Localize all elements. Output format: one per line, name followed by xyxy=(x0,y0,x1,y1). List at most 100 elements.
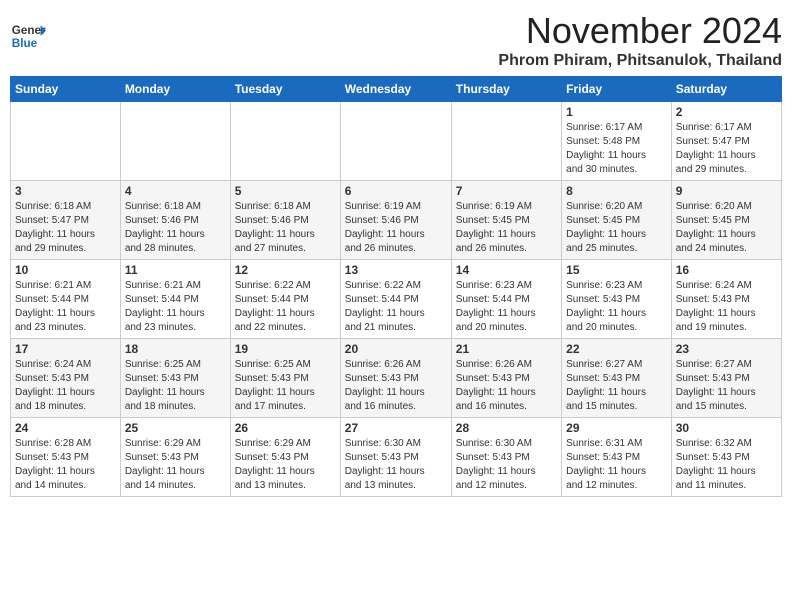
day-number: 9 xyxy=(676,184,777,198)
day-number: 7 xyxy=(456,184,557,198)
calendar-cell: 13 Sunrise: 6:22 AMSunset: 5:44 PMDayligh… xyxy=(340,260,451,339)
day-number: 10 xyxy=(15,263,116,277)
day-number: 28 xyxy=(456,421,557,435)
calendar-cell: 9 Sunrise: 6:20 AMSunset: 5:45 PMDaylight… xyxy=(671,181,781,260)
day-info: Sunrise: 6:21 AMSunset: 5:44 PMDaylight:… xyxy=(15,279,116,335)
calendar-cell: 3 Sunrise: 6:18 AMSunset: 5:47 PMDaylight… xyxy=(11,181,121,260)
day-number: 29 xyxy=(566,421,667,435)
day-number: 25 xyxy=(125,421,226,435)
day-number: 18 xyxy=(125,342,226,356)
weekday-header: Saturday xyxy=(671,77,781,102)
day-number: 21 xyxy=(456,342,557,356)
day-info: Sunrise: 6:27 AMSunset: 5:43 PMDaylight:… xyxy=(676,358,777,414)
day-info: Sunrise: 6:32 AMSunset: 5:43 PMDaylight:… xyxy=(676,437,777,493)
calendar-cell: 18 Sunrise: 6:25 AMSunset: 5:43 PMDayligh… xyxy=(120,339,230,418)
page-header: General Blue November 2024 Phrom Phiram,… xyxy=(10,10,782,70)
calendar-cell: 4 Sunrise: 6:18 AMSunset: 5:46 PMDaylight… xyxy=(120,181,230,260)
calendar-week-row: 10 Sunrise: 6:21 AMSunset: 5:44 PMDayligh… xyxy=(11,260,782,339)
calendar-cell: 26 Sunrise: 6:29 AMSunset: 5:43 PMDayligh… xyxy=(230,418,340,497)
day-number: 17 xyxy=(15,342,116,356)
day-info: Sunrise: 6:19 AMSunset: 5:45 PMDaylight:… xyxy=(456,200,557,256)
day-info: Sunrise: 6:18 AMSunset: 5:46 PMDaylight:… xyxy=(125,200,226,256)
day-number: 20 xyxy=(345,342,447,356)
day-info: Sunrise: 6:18 AMSunset: 5:46 PMDaylight:… xyxy=(235,200,336,256)
calendar-cell: 7 Sunrise: 6:19 AMSunset: 5:45 PMDaylight… xyxy=(451,181,561,260)
day-number: 16 xyxy=(676,263,777,277)
day-info: Sunrise: 6:29 AMSunset: 5:43 PMDaylight:… xyxy=(235,437,336,493)
location-title: Phrom Phiram, Phitsanulok, Thailand xyxy=(498,52,782,70)
calendar-cell: 16 Sunrise: 6:24 AMSunset: 5:43 PMDayligh… xyxy=(671,260,781,339)
calendar-cell: 2Sunrise: 6:17 AMSunset: 5:47 PMDaylight… xyxy=(671,102,781,181)
logo: General Blue xyxy=(10,18,46,54)
day-info: Sunrise: 6:26 AMSunset: 5:43 PMDaylight:… xyxy=(345,358,447,414)
day-number: 23 xyxy=(676,342,777,356)
calendar-cell: 14Sunrise: 6:23 AMSunset: 5:44 PMDayligh… xyxy=(451,260,561,339)
calendar-cell: 5 Sunrise: 6:18 AMSunset: 5:46 PMDaylight… xyxy=(230,181,340,260)
day-info: Sunrise: 6:30 AMSunset: 5:43 PMDaylight:… xyxy=(345,437,447,493)
day-info: Sunrise: 6:26 AMSunset: 5:43 PMDaylight:… xyxy=(456,358,557,414)
calendar-week-row: 24Sunrise: 6:28 AMSunset: 5:43 PMDayligh… xyxy=(11,418,782,497)
weekday-header: Monday xyxy=(120,77,230,102)
day-number: 8 xyxy=(566,184,667,198)
calendar-week-row: 17Sunrise: 6:24 AMSunset: 5:43 PMDayligh… xyxy=(11,339,782,418)
calendar-cell xyxy=(340,102,451,181)
day-number: 27 xyxy=(345,421,447,435)
calendar-table: SundayMondayTuesdayWednesdayThursdayFrid… xyxy=(10,76,782,497)
calendar-cell: 20 Sunrise: 6:26 AMSunset: 5:43 PMDayligh… xyxy=(340,339,451,418)
calendar-cell: 8Sunrise: 6:20 AMSunset: 5:45 PMDaylight… xyxy=(562,181,672,260)
calendar-cell xyxy=(120,102,230,181)
weekday-header: Wednesday xyxy=(340,77,451,102)
day-info: Sunrise: 6:25 AMSunset: 5:43 PMDaylight:… xyxy=(125,358,226,414)
day-number: 19 xyxy=(235,342,336,356)
day-info: Sunrise: 6:20 AMSunset: 5:45 PMDaylight:… xyxy=(676,200,777,256)
day-info: Sunrise: 6:18 AMSunset: 5:47 PMDaylight:… xyxy=(15,200,116,256)
calendar-cell: 10 Sunrise: 6:21 AMSunset: 5:44 PMDayligh… xyxy=(11,260,121,339)
day-number: 22 xyxy=(566,342,667,356)
day-number: 4 xyxy=(125,184,226,198)
calendar-cell: 27 Sunrise: 6:30 AMSunset: 5:43 PMDayligh… xyxy=(340,418,451,497)
month-title: November 2024 xyxy=(498,10,782,52)
day-number: 26 xyxy=(235,421,336,435)
day-info: Sunrise: 6:27 AMSunset: 5:43 PMDaylight:… xyxy=(566,358,667,414)
day-number: 5 xyxy=(235,184,336,198)
weekday-header: Sunday xyxy=(11,77,121,102)
day-info: Sunrise: 6:17 AMSunset: 5:48 PMDaylight:… xyxy=(566,121,667,177)
calendar-cell: 19 Sunrise: 6:25 AMSunset: 5:43 PMDayligh… xyxy=(230,339,340,418)
day-number: 1 xyxy=(566,105,667,119)
day-number: 6 xyxy=(345,184,447,198)
day-number: 15 xyxy=(566,263,667,277)
day-info: Sunrise: 6:22 AMSunset: 5:44 PMDaylight:… xyxy=(345,279,447,335)
calendar-cell: 22 Sunrise: 6:27 AMSunset: 5:43 PMDayligh… xyxy=(562,339,672,418)
weekday-header: Thursday xyxy=(451,77,561,102)
calendar-cell: 25 Sunrise: 6:29 AMSunset: 5:43 PMDayligh… xyxy=(120,418,230,497)
day-number: 30 xyxy=(676,421,777,435)
weekday-header: Tuesday xyxy=(230,77,340,102)
day-number: 13 xyxy=(345,263,447,277)
day-info: Sunrise: 6:29 AMSunset: 5:43 PMDaylight:… xyxy=(125,437,226,493)
day-number: 24 xyxy=(15,421,116,435)
day-info: Sunrise: 6:30 AMSunset: 5:43 PMDaylight:… xyxy=(456,437,557,493)
logo-icon: General Blue xyxy=(10,18,46,54)
calendar-cell: 11 Sunrise: 6:21 AMSunset: 5:44 PMDayligh… xyxy=(120,260,230,339)
day-number: 11 xyxy=(125,263,226,277)
calendar-cell: 29 Sunrise: 6:31 AMSunset: 5:43 PMDayligh… xyxy=(562,418,672,497)
day-number: 3 xyxy=(15,184,116,198)
calendar-cell: 17Sunrise: 6:24 AMSunset: 5:43 PMDayligh… xyxy=(11,339,121,418)
calendar-cell xyxy=(11,102,121,181)
day-info: Sunrise: 6:23 AMSunset: 5:43 PMDaylight:… xyxy=(566,279,667,335)
calendar-cell: 6Sunrise: 6:19 AMSunset: 5:46 PMDaylight… xyxy=(340,181,451,260)
calendar-cell: 15 Sunrise: 6:23 AMSunset: 5:43 PMDayligh… xyxy=(562,260,672,339)
day-number: 2 xyxy=(676,105,777,119)
day-info: Sunrise: 6:25 AMSunset: 5:43 PMDaylight:… xyxy=(235,358,336,414)
day-number: 12 xyxy=(235,263,336,277)
calendar-week-row: 3 Sunrise: 6:18 AMSunset: 5:47 PMDaylight… xyxy=(11,181,782,260)
calendar-cell: 30 Sunrise: 6:32 AMSunset: 5:43 PMDayligh… xyxy=(671,418,781,497)
calendar-week-row: 1 Sunrise: 6:17 AMSunset: 5:48 PMDaylight… xyxy=(11,102,782,181)
calendar-cell: 28 Sunrise: 6:30 AMSunset: 5:43 PMDayligh… xyxy=(451,418,561,497)
calendar-cell xyxy=(451,102,561,181)
calendar-cell: 23 Sunrise: 6:27 AMSunset: 5:43 PMDayligh… xyxy=(671,339,781,418)
day-info: Sunrise: 6:21 AMSunset: 5:44 PMDaylight:… xyxy=(125,279,226,335)
day-info: Sunrise: 6:24 AMSunset: 5:43 PMDaylight:… xyxy=(676,279,777,335)
calendar-cell: 12Sunrise: 6:22 AMSunset: 5:44 PMDayligh… xyxy=(230,260,340,339)
day-info: Sunrise: 6:31 AMSunset: 5:43 PMDaylight:… xyxy=(566,437,667,493)
